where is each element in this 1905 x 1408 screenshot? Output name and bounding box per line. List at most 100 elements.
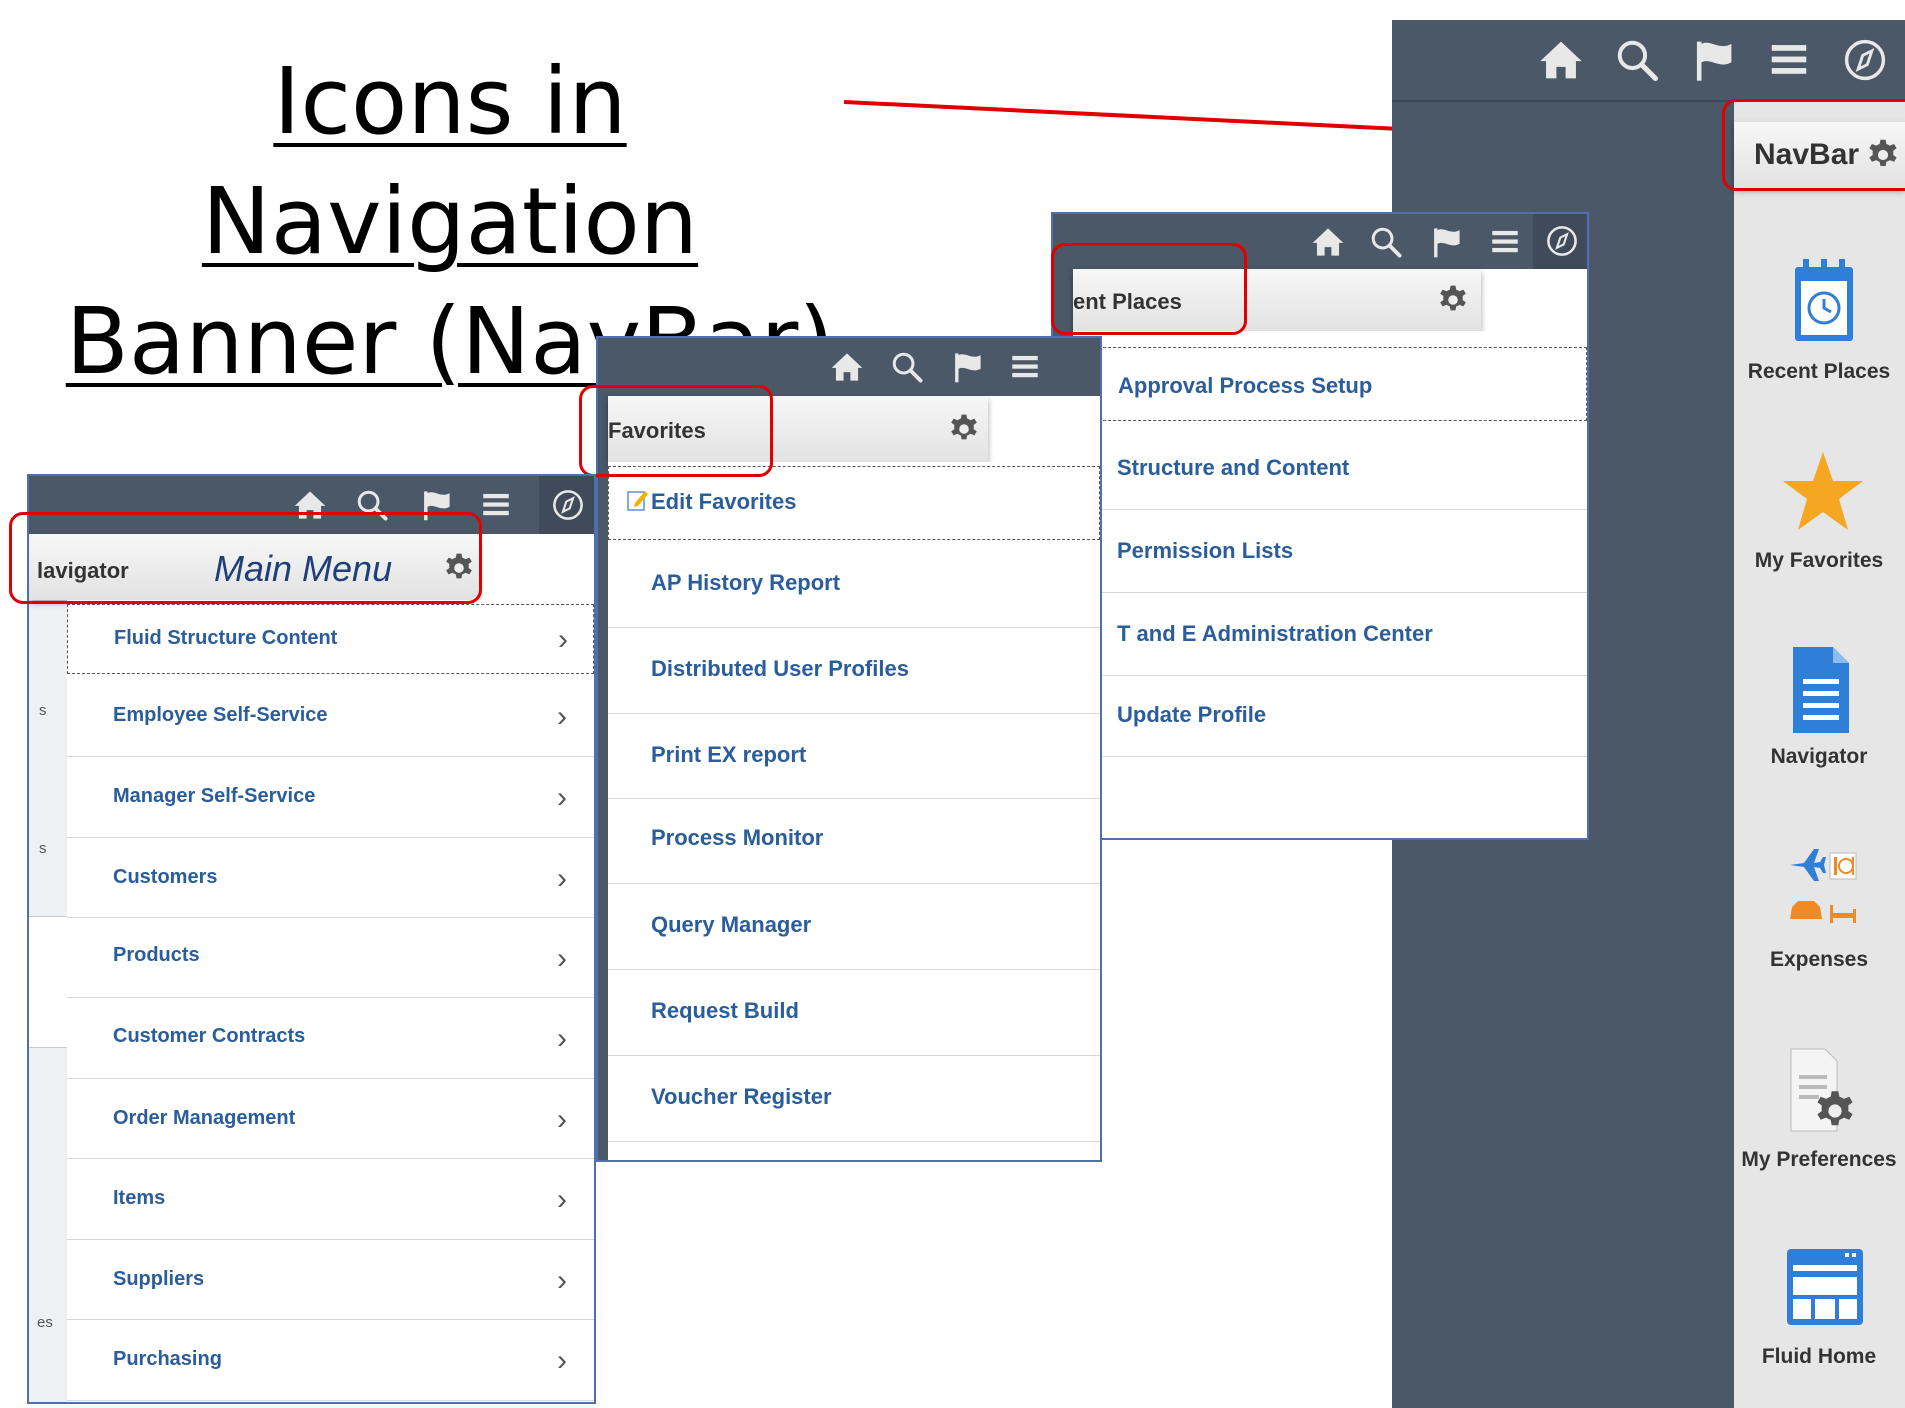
home-icon[interactable] bbox=[1311, 225, 1345, 259]
favorites-list: Edit Favorites AP History Report Distrib… bbox=[608, 462, 1100, 1160]
list-item[interactable]: Query Manager bbox=[608, 884, 1100, 970]
flag-icon[interactable] bbox=[1429, 225, 1463, 259]
menu-item[interactable]: Customers › bbox=[67, 838, 594, 918]
gear-icon[interactable] bbox=[948, 413, 980, 445]
compass-button[interactable] bbox=[539, 476, 594, 534]
search-icon[interactable] bbox=[890, 350, 924, 384]
menu-item-label: Fluid Structure Content bbox=[114, 627, 338, 649]
search-icon[interactable] bbox=[1369, 225, 1403, 259]
list-item-label: AP History Report bbox=[651, 570, 841, 595]
menu-item-label: Products bbox=[113, 944, 200, 966]
preferences-icon bbox=[1790, 1048, 1853, 1132]
document-icon bbox=[1793, 647, 1849, 733]
list-item[interactable]: T and E Administration Center bbox=[1073, 593, 1587, 676]
menu-item-label: Suppliers bbox=[113, 1268, 205, 1290]
tile-label: Navigator bbox=[1770, 745, 1868, 768]
menu-item[interactable]: Suppliers › bbox=[67, 1240, 594, 1320]
edit-favorites-label: Edit Favorites bbox=[651, 489, 797, 514]
menu-icon[interactable] bbox=[479, 488, 513, 522]
menu-icon[interactable] bbox=[1766, 37, 1812, 83]
compass-icon[interactable] bbox=[1842, 37, 1888, 83]
menu-item-label: Employee Self-Service bbox=[113, 704, 328, 726]
navbar-tiles: NavBar Recent Places My Favorites Naviga… bbox=[1734, 100, 1905, 1408]
expenses-icon bbox=[1790, 849, 1857, 923]
list-item[interactable]: Structure and Content bbox=[1073, 427, 1587, 510]
chevron-right-icon: › bbox=[557, 862, 567, 895]
compass-button[interactable] bbox=[1533, 214, 1587, 269]
list-item[interactable]: Request Build bbox=[608, 970, 1100, 1056]
list-item-label: T and E Administration Center bbox=[1117, 621, 1433, 646]
list-item-label: Approval Process Setup bbox=[1118, 373, 1373, 398]
calendar-clock-icon bbox=[1795, 259, 1853, 341]
edit-icon bbox=[627, 491, 648, 511]
list-item-label: Permission Lists bbox=[1117, 538, 1294, 563]
recent-places-highlight bbox=[1051, 243, 1247, 335]
hidden-pane-edge: s s es bbox=[29, 534, 68, 1402]
list-item[interactable]: Update Profile bbox=[1073, 676, 1587, 757]
list-item-label: Process Monitor bbox=[651, 825, 824, 850]
side-fragment: es bbox=[37, 1314, 53, 1331]
flag-icon[interactable] bbox=[950, 350, 984, 384]
flag-icon[interactable] bbox=[1690, 37, 1736, 83]
list-item[interactable]: Permission Lists bbox=[1073, 510, 1587, 593]
chevron-right-icon: › bbox=[557, 1344, 567, 1377]
main-menu-highlight bbox=[9, 512, 482, 604]
menu-item[interactable]: Order Management › bbox=[67, 1079, 594, 1159]
chevron-right-icon: › bbox=[557, 1103, 567, 1136]
home-icon[interactable] bbox=[1538, 37, 1584, 83]
menu-icon[interactable] bbox=[1008, 350, 1042, 384]
chevron-right-icon: › bbox=[557, 942, 567, 975]
compass-icon bbox=[1545, 224, 1579, 258]
list-item[interactable]: Approval Process Setup bbox=[1073, 347, 1587, 421]
fluid-home-icon bbox=[1787, 1249, 1863, 1325]
list-item[interactable]: Print EX report bbox=[608, 714, 1100, 799]
menu-item[interactable]: Purchasing › bbox=[67, 1320, 594, 1401]
tile-label: My Preferences bbox=[1741, 1148, 1897, 1171]
tile-label: Fluid Home bbox=[1761, 1345, 1877, 1368]
menu-item-label: Items bbox=[113, 1187, 166, 1209]
chevron-right-icon: › bbox=[557, 1264, 567, 1297]
menu-item[interactable]: Products › bbox=[67, 918, 594, 998]
edit-favorites-item[interactable]: Edit Favorites bbox=[608, 466, 1100, 540]
navigator-panel: s s es lavigator Main Menu Fluid Structu… bbox=[27, 474, 596, 1404]
recent-places-list: Approval Process Setup Structure and Con… bbox=[1073, 331, 1587, 838]
compass-icon bbox=[551, 488, 585, 522]
navigator-list: Fluid Structure Content › Employee Self-… bbox=[67, 600, 594, 1402]
menu-item-label: Customers bbox=[113, 866, 218, 888]
list-item-label: Update Profile bbox=[1117, 702, 1267, 727]
side-fragment: s bbox=[39, 840, 47, 857]
chevron-right-icon: › bbox=[557, 1022, 567, 1055]
tile-recent-places[interactable]: Recent Places bbox=[1729, 255, 1905, 395]
home-icon[interactable] bbox=[830, 350, 864, 384]
list-item-label: Voucher Register bbox=[651, 1084, 832, 1109]
slide-title-line1: Icons in Navigation bbox=[201, 48, 699, 275]
tile-navigator[interactable]: Navigator bbox=[1729, 645, 1905, 785]
menu-icon[interactable] bbox=[1488, 225, 1522, 259]
tile-my-favorites[interactable]: My Favorites bbox=[1729, 450, 1905, 590]
tile-my-preferences[interactable]: My Preferences bbox=[1729, 1045, 1905, 1185]
list-item[interactable]: Voucher Register bbox=[608, 1056, 1100, 1142]
menu-item-label: Manager Self-Service bbox=[113, 785, 316, 807]
menu-item-label: Customer Contracts bbox=[113, 1025, 306, 1047]
list-item-label: Request Build bbox=[651, 998, 799, 1023]
tile-label: Expenses bbox=[1769, 948, 1869, 971]
chevron-right-icon: › bbox=[557, 700, 567, 733]
search-icon[interactable] bbox=[1614, 37, 1660, 83]
side-fragment: s bbox=[39, 702, 47, 719]
menu-item[interactable]: Manager Self-Service › bbox=[67, 757, 594, 838]
navbar-highlight bbox=[1722, 99, 1905, 191]
chevron-right-icon: › bbox=[557, 1183, 567, 1216]
tile-fluid-home[interactable]: Fluid Home bbox=[1729, 1245, 1905, 1385]
gear-icon[interactable] bbox=[1437, 284, 1469, 316]
menu-item-label: Order Management bbox=[113, 1107, 296, 1129]
menu-item[interactable]: Fluid Structure Content › bbox=[67, 604, 594, 674]
star-icon bbox=[1783, 452, 1863, 530]
menu-item[interactable]: Items › bbox=[67, 1159, 594, 1240]
menu-item[interactable]: Customer Contracts › bbox=[67, 998, 594, 1079]
list-item[interactable]: Process Monitor bbox=[608, 799, 1100, 884]
chevron-right-icon: › bbox=[558, 623, 568, 656]
tile-expenses[interactable]: Expenses bbox=[1729, 845, 1905, 985]
menu-item[interactable]: Employee Self-Service › bbox=[67, 676, 594, 757]
list-item[interactable]: AP History Report bbox=[608, 542, 1100, 628]
list-item[interactable]: Distributed User Profiles bbox=[608, 628, 1100, 714]
